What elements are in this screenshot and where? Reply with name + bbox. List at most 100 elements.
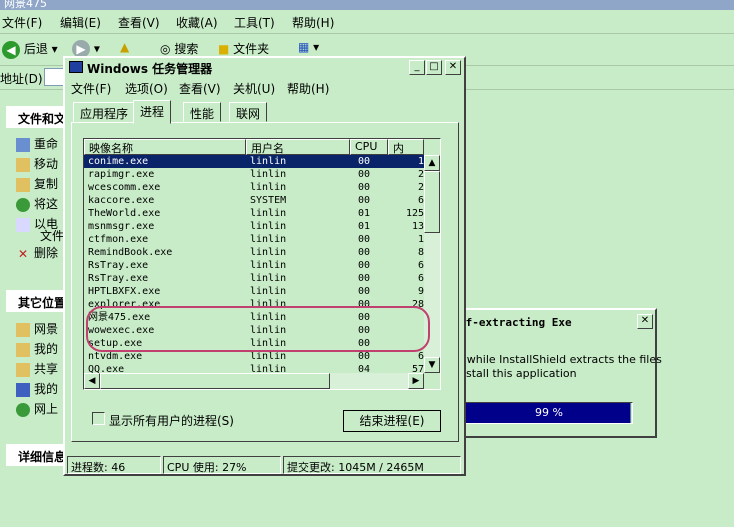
- tm-menu-view[interactable]: 查看(V): [179, 80, 221, 97]
- folders-button[interactable]: ■ 文件夹: [218, 40, 269, 57]
- process-mem: 6: [417, 260, 424, 271]
- process-row[interactable]: rapimgr.exe linlin 00 2: [84, 168, 424, 181]
- back-button[interactable]: ◀ 后退 ▾: [2, 40, 58, 59]
- task-manager-window: Windows 任务管理器 _ □ ✕ 文件(F) 选项(O) 查看(V) 关机…: [63, 56, 466, 476]
- scroll-down-icon[interactable]: ▼: [424, 357, 440, 373]
- minimize-icon[interactable]: _: [409, 60, 425, 75]
- process-name: setup.exe: [88, 338, 143, 349]
- process-mem: 6: [417, 273, 424, 284]
- task-manager-menu: 文件(F) 选项(O) 查看(V) 关机(U) 帮助(H): [65, 78, 464, 98]
- process-row[interactable]: conime.exe linlin 00 1: [84, 155, 424, 168]
- tm-menu-shutdown[interactable]: 关机(U): [233, 80, 275, 97]
- views-icon: ▦: [298, 40, 310, 54]
- menu-help[interactable]: 帮助(H): [292, 14, 334, 31]
- hscroll-thumb[interactable]: [100, 373, 330, 389]
- close-icon[interactable]: ✕: [637, 314, 653, 329]
- place-2[interactable]: 我的: [16, 340, 58, 357]
- process-row[interactable]: ntvdm.exe linlin 00 6: [84, 350, 424, 363]
- process-row[interactable]: kaccore.exe SYSTEM 00 6: [84, 194, 424, 207]
- scroll-thumb[interactable]: [424, 171, 440, 233]
- process-row[interactable]: ctfmon.exe linlin 00 1: [84, 233, 424, 246]
- end-process-button[interactable]: 结束进程(E): [343, 410, 441, 432]
- menu-view[interactable]: 查看(V): [118, 14, 160, 31]
- place-4[interactable]: 我的: [16, 380, 58, 397]
- tab-applications[interactable]: 应用程序: [73, 102, 136, 122]
- process-row[interactable]: msnmsgr.exe linlin 01 13: [84, 220, 424, 233]
- rename-icon: [16, 137, 30, 152]
- tab-processes[interactable]: 进程: [133, 100, 172, 124]
- process-cpu: 00: [358, 156, 371, 167]
- close-icon[interactable]: ✕: [445, 60, 461, 75]
- process-row[interactable]: TheWorld.exe linlin 01 125: [84, 207, 424, 220]
- show-all-processes-checkbox[interactable]: [92, 412, 105, 425]
- tm-menu-file[interactable]: 文件(F): [71, 80, 111, 97]
- search-button[interactable]: ◎ 搜索: [160, 40, 198, 57]
- col-user-name[interactable]: 用户名: [246, 139, 350, 155]
- process-row[interactable]: RsTray.exe linlin 00 6: [84, 259, 424, 272]
- process-row[interactable]: 网景475.exe linlin 00: [84, 311, 424, 324]
- task-move[interactable]: 移动: [16, 155, 58, 172]
- process-row[interactable]: RsTray.exe linlin 00 6: [84, 272, 424, 285]
- horizontal-scrollbar[interactable]: ◀ ▶: [84, 373, 424, 389]
- menu-edit[interactable]: 编辑(E): [60, 14, 101, 31]
- scroll-up-icon[interactable]: ▲: [424, 155, 440, 171]
- process-row[interactable]: setup.exe linlin 00: [84, 337, 424, 350]
- menu-file[interactable]: 文件(F): [2, 14, 42, 31]
- up-folder-button[interactable]: ▲: [120, 40, 129, 54]
- col-memory[interactable]: 内: [388, 139, 424, 155]
- maximize-icon[interactable]: □: [426, 60, 442, 75]
- task-copy[interactable]: 复制: [16, 175, 58, 192]
- documents-icon: [16, 342, 30, 357]
- task-rename[interactable]: 重命: [16, 135, 58, 152]
- process-row[interactable]: wcescomm.exe linlin 00 2: [84, 181, 424, 194]
- process-cpu: 00: [358, 351, 371, 362]
- process-row[interactable]: RemindBook.exe linlin 00 8: [84, 246, 424, 259]
- details-header[interactable]: 详细信息: [6, 444, 66, 466]
- process-cpu: 00: [358, 247, 371, 258]
- tab-performance[interactable]: 性能: [183, 102, 222, 122]
- process-list[interactable]: 映像名称 用户名 CPU 内 conime.exe linlin 00 1 rapimg…: [83, 138, 441, 390]
- views-button[interactable]: ▦ ▾: [298, 40, 319, 54]
- process-name: wcescomm.exe: [88, 182, 161, 193]
- address-label: 地址(D): [0, 72, 43, 86]
- process-name: RsTray.exe: [88, 273, 149, 284]
- file-tasks-header[interactable]: 文件和文: [6, 106, 66, 128]
- place-5[interactable]: 网上: [16, 400, 58, 417]
- scroll-left-icon[interactable]: ◀: [84, 373, 100, 389]
- process-user: linlin: [250, 234, 287, 245]
- place-3[interactable]: 共享: [16, 360, 58, 377]
- col-image-name[interactable]: 映像名称: [84, 139, 246, 155]
- app-icon: [69, 61, 83, 73]
- process-cpu: 00: [358, 325, 371, 336]
- tm-menu-help[interactable]: 帮助(H): [287, 80, 329, 97]
- process-row[interactable]: HPTLBXFX.exe linlin 00 9: [84, 285, 424, 298]
- progress-bar: 99 %: [465, 402, 633, 424]
- task-email-cont: 文件: [40, 229, 65, 243]
- menu-favorites[interactable]: 收藏(A): [176, 14, 218, 31]
- scroll-right-icon[interactable]: ▶: [408, 373, 424, 389]
- col-cpu[interactable]: CPU: [350, 139, 388, 155]
- process-name: RsTray.exe: [88, 260, 149, 271]
- process-row[interactable]: wowexec.exe linlin 00: [84, 324, 424, 337]
- process-row[interactable]: explorer.exe linlin 00 28: [84, 298, 424, 311]
- process-user: linlin: [250, 338, 287, 349]
- process-cpu: 00: [358, 260, 371, 271]
- back-label: 后退: [23, 42, 48, 56]
- menu-tools[interactable]: 工具(T): [234, 14, 275, 31]
- place-1[interactable]: 网景: [16, 320, 58, 337]
- vertical-scrollbar[interactable]: ▲ ▼: [424, 155, 440, 373]
- address-input[interactable]: [44, 68, 64, 86]
- process-name: explorer.exe: [88, 299, 161, 310]
- other-places-header[interactable]: 其它位置: [6, 290, 66, 312]
- process-mem: 1: [417, 156, 424, 167]
- task-manager-title-bar[interactable]: Windows 任务管理器 _ □ ✕: [65, 58, 464, 78]
- network-icon: [16, 402, 30, 417]
- process-cpu: 00: [358, 312, 371, 323]
- tab-networking[interactable]: 联网: [229, 102, 268, 122]
- explorer-menu-bar: 文件(F) 编辑(E) 查看(V) 收藏(A) 工具(T) 帮助(H): [0, 10, 734, 34]
- task-publish[interactable]: 将这: [16, 195, 58, 212]
- process-cpu: 00: [358, 286, 371, 297]
- tm-menu-options[interactable]: 选项(O): [125, 80, 168, 97]
- task-delete[interactable]: ✕ 删除: [16, 244, 58, 261]
- process-mem: 125: [405, 208, 424, 219]
